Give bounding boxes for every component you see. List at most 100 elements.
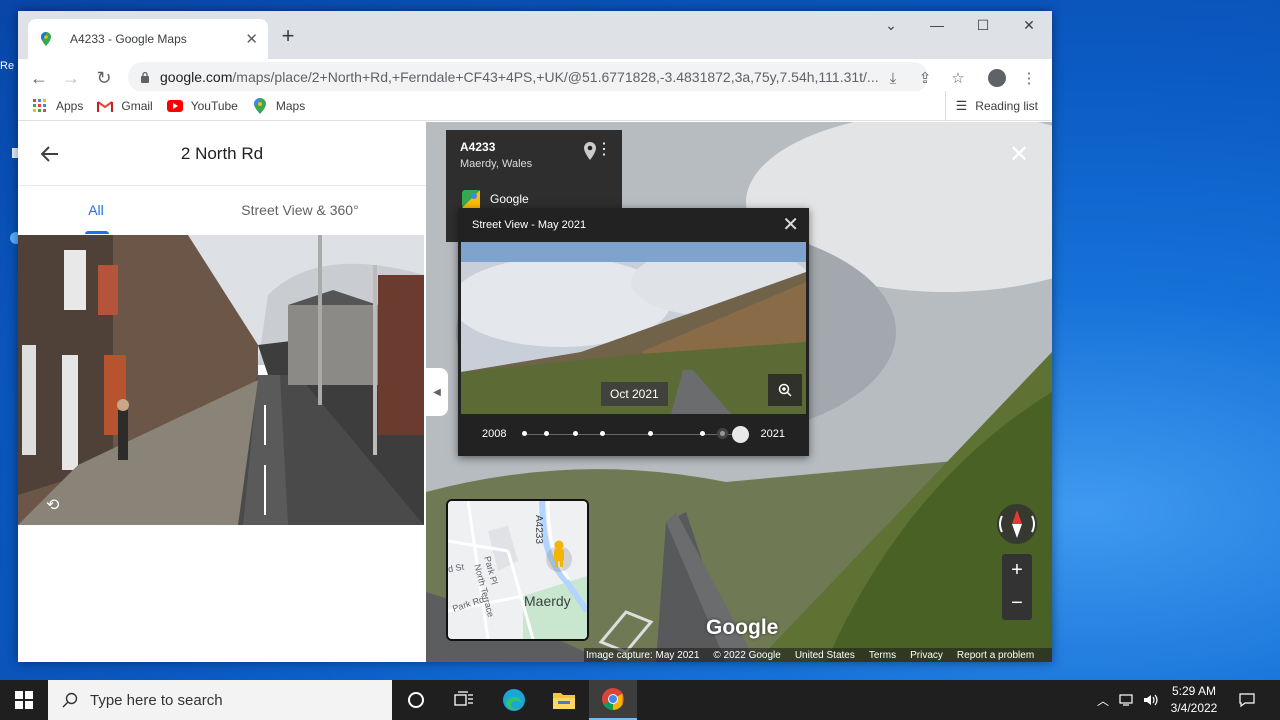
close-time-machine-icon[interactable]: ✕ — [782, 215, 799, 235]
reading-list-button[interactable]: ☰ Reading list — [944, 91, 1038, 121]
search-icon — [62, 692, 78, 708]
arrow-left-icon — [41, 146, 58, 162]
bookmark-label: Gmail — [121, 98, 153, 113]
maximize-button[interactable]: ☐ — [960, 11, 1006, 39]
bookmark-youtube[interactable]: YouTube — [166, 98, 238, 114]
url-path: /maps/place/2+North+Rd,+Ferndale+CF43+4P… — [232, 69, 879, 85]
panel-back-button[interactable] — [38, 142, 62, 166]
footer-report[interactable]: Report a problem — [957, 650, 1034, 661]
url-host: google.com — [160, 69, 233, 85]
taskbar: Type here to search ︿ 5:29 AM 3/4/2022 — [0, 680, 1280, 720]
reload-button[interactable]: ↻ — [91, 65, 117, 91]
browser-tab[interactable]: A4233 - Google Maps ✕ — [28, 19, 268, 59]
timeline-dot-hover[interactable] — [720, 431, 725, 436]
maps-icon — [252, 97, 268, 114]
zoom-controls: + − — [1002, 554, 1032, 620]
install-icon[interactable]: ⤓ — [882, 67, 904, 89]
start-button[interactable] — [0, 680, 48, 720]
back-button[interactable]: ← — [26, 65, 52, 91]
bookmark-star-icon[interactable]: ☆ — [947, 67, 969, 89]
location-pin-icon[interactable] — [584, 142, 596, 160]
map-place-label: Maerdy — [524, 593, 571, 609]
menu-icon[interactable]: ⋮ — [1018, 67, 1040, 89]
tab-street-view[interactable]: Street View & 360° — [174, 186, 426, 234]
timeline-dot[interactable] — [522, 431, 527, 436]
time-machine-title: Street View - May 2021 — [472, 219, 587, 231]
notifications-icon[interactable] — [1230, 680, 1264, 720]
apps-grid-icon — [32, 98, 48, 114]
footer-privacy[interactable]: Privacy — [910, 650, 943, 661]
footer-terms[interactable]: Terms — [869, 650, 896, 661]
timeline-dot[interactable] — [600, 431, 605, 436]
edge-icon[interactable] — [490, 680, 538, 720]
street-photo[interactable]: ⟲ — [18, 235, 424, 525]
bookmarks-bar: Apps Gmail YouTube Maps ☰ Reading list — [18, 91, 1052, 121]
place-panel: 2 North Rd All Street View & 360° ⟲ — [18, 122, 426, 662]
time-machine-panel: Street View - May 2021 ✕ Oct 2021 2008 2… — [458, 208, 809, 456]
bookmark-apps[interactable]: Apps — [32, 98, 83, 114]
minimize-button[interactable]: — — [914, 11, 960, 39]
timeline-knob[interactable] — [732, 426, 749, 443]
volume-icon[interactable] — [1140, 680, 1162, 720]
tab-search-icon[interactable]: ⌄ — [868, 11, 914, 39]
share-icon[interactable]: ⇪ — [914, 67, 936, 89]
gmail-icon — [97, 98, 114, 114]
bookmark-maps[interactable]: Maps — [252, 97, 305, 114]
forward-button[interactable]: → — [58, 65, 84, 91]
zoom-in-button[interactable]: + — [1002, 554, 1032, 587]
provider-row: Google — [462, 190, 529, 208]
google-maps-logo-icon — [462, 190, 480, 208]
compass-icon — [997, 504, 1037, 544]
panel-header: 2 North Rd — [18, 122, 426, 186]
footer-region[interactable]: United States — [795, 650, 855, 661]
close-street-view-button[interactable]: ✕ — [1008, 143, 1030, 167]
file-explorer-icon[interactable] — [540, 680, 588, 720]
address-bar[interactable]: google.com/maps/place/2+North+Rd,+Fernda… — [128, 62, 928, 92]
tab-title: A4233 - Google Maps — [70, 32, 187, 46]
reading-list-label: Reading list — [975, 99, 1038, 113]
rotate-360-icon: ⟲ — [46, 495, 60, 514]
hover-date-label: Oct 2021 — [601, 382, 668, 406]
bookmark-label: YouTube — [190, 98, 238, 113]
close-window-button[interactable]: ✕ — [1006, 11, 1052, 39]
timeline-dot[interactable] — [648, 431, 653, 436]
profile-avatar-icon[interactable] — [986, 67, 1008, 89]
timeline-dot[interactable] — [700, 431, 705, 436]
collapse-panel-button[interactable]: ◀ — [426, 368, 448, 416]
new-tab-button[interactable]: + — [276, 25, 300, 49]
year-start-label: 2008 — [482, 428, 507, 440]
compass[interactable] — [993, 502, 1041, 546]
network-icon[interactable] — [1116, 680, 1138, 720]
tab-strip: A4233 - Google Maps ✕ + ⌄ — ☐ ✕ — [18, 11, 1052, 59]
mini-map[interactable]: Maerdy A4233 d St Park Pl North Terrace … — [446, 499, 589, 641]
cortana-icon[interactable] — [392, 680, 440, 720]
task-view-icon[interactable] — [440, 680, 488, 720]
bookmark-gmail[interactable]: Gmail — [97, 98, 153, 114]
time-machine-preview[interactable]: Oct 2021 — [461, 242, 806, 414]
chrome-icon[interactable] — [589, 680, 637, 720]
place-title: 2 North Rd — [180, 143, 264, 163]
system-clock[interactable]: 5:29 AM 3/4/2022 — [1166, 683, 1222, 717]
street-view-viewer[interactable]: A4233 Maerdy, Wales ⋮ Google ✕ Street Vi… — [426, 122, 1052, 662]
clock-date: 3/4/2022 — [1170, 701, 1218, 715]
time-machine-header: Street View - May 2021 ✕ — [458, 208, 809, 242]
timeline-slider[interactable]: 2008 2021 — [458, 414, 809, 456]
more-options-icon[interactable]: ⋮ — [596, 142, 612, 158]
street-photo-image: ⟲ — [18, 235, 424, 525]
windows-logo-icon — [15, 691, 33, 709]
provider-name: Google — [490, 192, 529, 206]
taskbar-search[interactable]: Type here to search — [48, 680, 392, 720]
show-hidden-icons[interactable]: ︿ — [1094, 680, 1112, 720]
photo-tabs: All Street View & 360° — [18, 186, 426, 234]
zoom-out-button[interactable]: − — [1002, 587, 1032, 620]
timeline-dot[interactable] — [544, 431, 549, 436]
close-tab-icon[interactable]: ✕ — [245, 30, 258, 48]
year-end-label: 2021 — [760, 428, 785, 440]
clock-time: 5:29 AM — [1171, 684, 1217, 698]
attribution-bar: Image capture: May 2021 © 2022 Google Un… — [584, 648, 1052, 662]
timeline-dot[interactable] — [573, 431, 578, 436]
google-logo: Google — [706, 616, 779, 639]
zoom-preview-button[interactable] — [768, 374, 802, 406]
tab-all[interactable]: All — [18, 186, 174, 234]
mini-map-image — [448, 501, 587, 639]
